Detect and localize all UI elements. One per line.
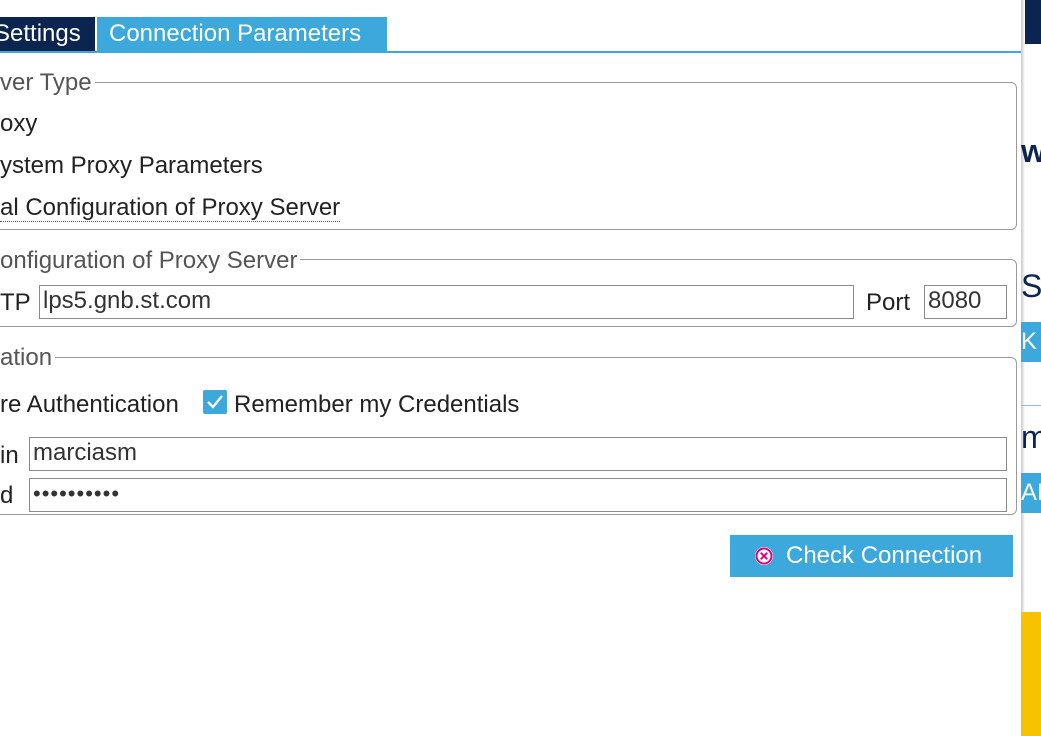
password-label: d xyxy=(0,482,14,509)
option-manual-proxy[interactable]: al Configuration of Proxy Server xyxy=(0,194,341,222)
tab-underline xyxy=(0,51,1021,53)
manual-config-legend: onfiguration of Proxy Server xyxy=(0,247,301,275)
tab-settings[interactable]: Settings xyxy=(0,17,95,51)
background-text-1: wa xyxy=(1021,133,1041,169)
authentication-legend: ation xyxy=(0,344,56,372)
port-label: Port xyxy=(866,289,911,316)
background-text-2: ST xyxy=(1021,268,1041,304)
password-field[interactable]: •••••••••• xyxy=(29,478,1007,512)
check-connection-button[interactable]: Check Connection xyxy=(730,535,1013,577)
option-system-proxy[interactable]: ystem Proxy Parameters xyxy=(0,152,263,180)
require-authentication-label[interactable]: re Authentication xyxy=(0,391,179,419)
error-circle-icon xyxy=(755,547,773,565)
background-chip-1: K xyxy=(1021,322,1041,362)
remember-credentials-label[interactable]: Remember my Credentials xyxy=(234,391,519,419)
check-connection-label: Check Connection xyxy=(786,542,983,569)
port-field[interactable]: 8080 xyxy=(924,285,1007,319)
proxy-type-legend: ver Type xyxy=(0,69,95,97)
background-divider xyxy=(1021,405,1041,406)
login-label: in xyxy=(0,442,19,469)
protocol-label: TP xyxy=(0,289,31,316)
option-no-proxy[interactable]: oxy xyxy=(0,110,37,138)
checkmark-icon xyxy=(207,395,223,409)
proxy-settings-dialog: Settings Connection Parameters ver Type … xyxy=(0,0,1021,736)
background-chip-2: AI xyxy=(1021,473,1041,513)
background-banner xyxy=(1021,612,1041,736)
background-text-3: m xyxy=(1021,419,1041,455)
tab-connection-parameters[interactable]: Connection Parameters xyxy=(97,17,387,51)
login-field[interactable]: marciasm xyxy=(29,437,1007,471)
remember-credentials-checkbox[interactable] xyxy=(203,390,227,414)
proxy-host-field[interactable]: lps5.gnb.st.com xyxy=(39,285,854,319)
